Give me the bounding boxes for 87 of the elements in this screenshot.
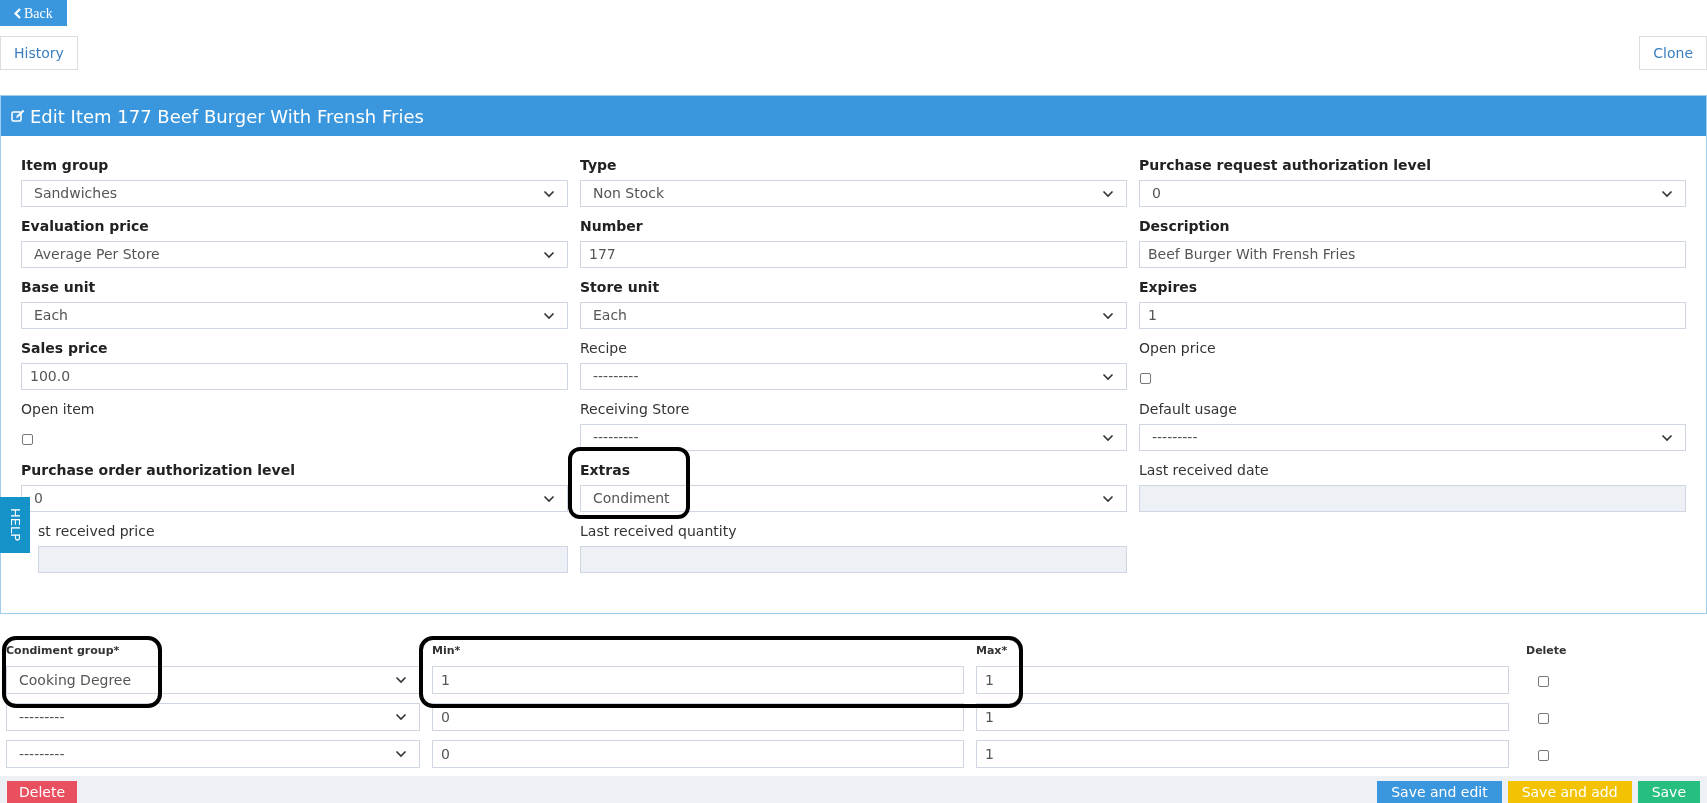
select-value: ---------: [19, 707, 65, 727]
chevron-left-icon: [14, 7, 21, 19]
select-value: Non Stock: [593, 184, 665, 203]
input-field[interactable]: 1: [976, 666, 1509, 694]
chevron-down-icon: [395, 676, 407, 684]
select-field[interactable]: ---------: [6, 740, 420, 768]
field-label: Evaluation price: [21, 217, 150, 236]
field-label: Default usage: [1139, 400, 1238, 419]
input-field[interactable]: 100.0: [21, 363, 568, 390]
chevron-down-icon: [395, 713, 407, 721]
input-field[interactable]: 177: [580, 241, 1127, 268]
help-tab[interactable]: HELP: [0, 497, 30, 553]
chevron-down-icon: [395, 750, 407, 758]
field-label: Last received date: [1139, 461, 1270, 480]
input-field[interactable]: 1: [976, 740, 1509, 768]
select-field[interactable]: ---------: [580, 363, 1127, 390]
field-label: Extras: [580, 461, 631, 480]
checkbox[interactable]: [1538, 713, 1549, 724]
field-label: Item group: [21, 156, 110, 175]
input-field[interactable]: 1: [432, 666, 964, 694]
field-label: st received price: [38, 522, 156, 541]
select-field[interactable]: Average Per Store: [21, 241, 568, 268]
select-value: Cooking Degree: [19, 670, 132, 690]
clone-button[interactable]: Clone: [1639, 36, 1707, 70]
input-field[interactable]: 1: [1139, 302, 1686, 329]
input-field[interactable]: 0: [432, 740, 964, 768]
history-button[interactable]: History: [0, 36, 78, 70]
select-value: ---------: [19, 744, 65, 764]
chevron-down-icon: [1102, 433, 1114, 442]
select-field[interactable]: Non Stock: [580, 180, 1127, 207]
column-header: Min*: [432, 643, 462, 660]
select-field[interactable]: Each: [21, 302, 568, 329]
field-label: Base unit: [21, 278, 97, 297]
input-field[interactable]: 1: [976, 703, 1509, 731]
select-field[interactable]: 0: [1139, 180, 1686, 207]
checkbox[interactable]: [1140, 373, 1151, 384]
chevron-down-icon: [1102, 494, 1114, 503]
checkbox[interactable]: [1538, 676, 1549, 687]
select-value: ---------: [593, 428, 639, 447]
column-header: Delete: [1525, 643, 1568, 660]
field-label: Sales price: [21, 339, 109, 358]
select-field[interactable]: Each: [580, 302, 1127, 329]
field-label: Description: [1139, 217, 1231, 236]
field-label: Open price: [1139, 339, 1217, 358]
chevron-down-icon: [1102, 311, 1114, 320]
field-label: Purchase order authorization level: [21, 461, 297, 480]
panel-title: Edit Item 177 Beef Burger With Frensh Fries: [30, 104, 424, 129]
select-field[interactable]: Condiment: [580, 485, 1127, 512]
select-field[interactable]: ---------: [1139, 424, 1686, 451]
column-header: Max*: [976, 643, 1009, 660]
select-field[interactable]: Cooking Degree: [6, 666, 420, 694]
field-label: Open item: [21, 400, 96, 419]
select-value: Average Per Store: [34, 245, 160, 264]
field-label: Last received quantity: [580, 522, 738, 541]
field-label: Store unit: [580, 278, 661, 297]
chevron-down-icon: [543, 311, 555, 320]
chevron-down-icon: [543, 494, 555, 503]
input-field[interactable]: Beef Burger With Frensh Fries: [1139, 241, 1686, 268]
chevron-down-icon: [1661, 189, 1673, 198]
select-field[interactable]: Sandwiches: [21, 180, 568, 207]
select-value: Sandwiches: [34, 184, 118, 203]
chevron-down-icon: [1102, 372, 1114, 381]
chevron-down-icon: [1661, 433, 1673, 442]
select-field[interactable]: ---------: [580, 424, 1127, 451]
select-value: ---------: [593, 367, 639, 386]
column-header: Condiment group*: [6, 643, 121, 660]
chevron-down-icon: [543, 250, 555, 259]
edit-icon: [11, 109, 25, 123]
select-value: 0: [1152, 184, 1161, 203]
delete-button[interactable]: Delete: [7, 781, 77, 803]
field-label: Number: [580, 217, 644, 236]
field-label: Recipe: [580, 339, 628, 358]
select-value: Condiment: [593, 489, 670, 508]
select-field[interactable]: ---------: [6, 703, 420, 731]
chevron-down-icon: [1102, 189, 1114, 198]
select-value: Each: [34, 306, 68, 325]
field-label: Expires: [1139, 278, 1199, 297]
field-label: Purchase request authorization level: [1139, 156, 1432, 175]
chevron-down-icon: [543, 189, 555, 198]
field-label: Receiving Store: [580, 400, 691, 419]
field-label: Type: [580, 156, 618, 175]
select-value: 0: [34, 489, 43, 508]
select-value: Each: [593, 306, 627, 325]
checkbox[interactable]: [22, 434, 33, 445]
select-field[interactable]: 0: [21, 485, 568, 512]
checkbox[interactable]: [1538, 750, 1549, 761]
select-value: ---------: [1152, 428, 1198, 447]
